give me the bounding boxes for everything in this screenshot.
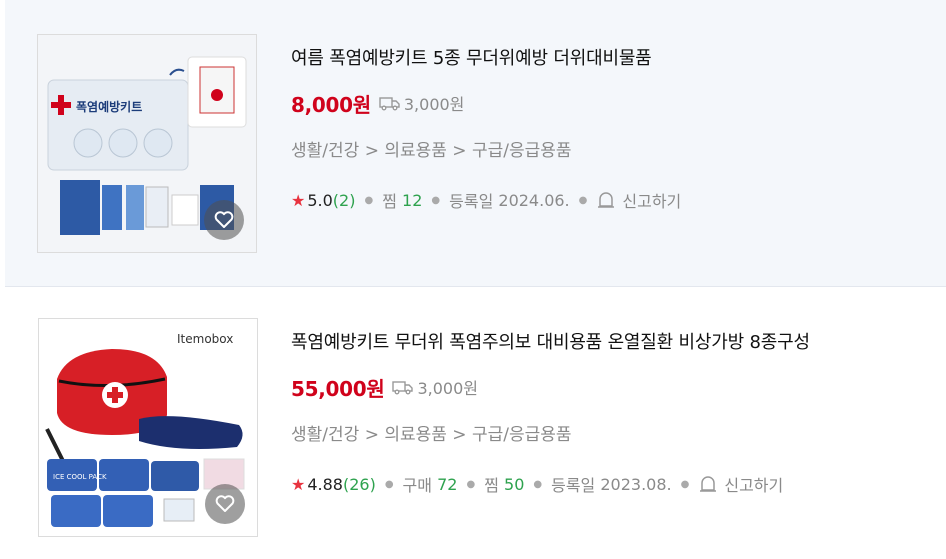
wish-count: 12 xyxy=(402,190,423,210)
truck-icon xyxy=(392,381,414,395)
review-count[interactable]: (2) xyxy=(333,191,356,210)
price-row: 8,000원 3,000원 xyxy=(291,90,681,117)
star-icon: ★ xyxy=(291,474,306,494)
separator-dot: ● xyxy=(364,194,374,206)
separator-dot: ● xyxy=(384,478,394,490)
category-path: 생활/건강 > 의료용품 > 구급/응급용품 xyxy=(291,141,572,161)
product-price: 55,000원 xyxy=(291,376,385,401)
wish-label: 찜 xyxy=(382,192,397,211)
separator-dot: ● xyxy=(578,194,588,206)
svg-text:ICE COOL PACK: ICE COOL PACK xyxy=(53,473,107,481)
report-button[interactable]: 신고하기 xyxy=(698,472,783,496)
product-item[interactable]: 폭염예방키트 여름 폭염예방키트 5종 무더위예방 더위대비물품 8,000원 xyxy=(5,0,946,287)
alarm-icon xyxy=(598,192,615,208)
separator-dot: ● xyxy=(466,478,476,490)
star-icon: ★ xyxy=(291,190,306,210)
rating-value: 4.88 xyxy=(307,474,343,494)
separator-dot: ● xyxy=(533,478,543,490)
separator-dot: ● xyxy=(431,194,441,206)
shipping-fee: 3,000원 xyxy=(379,91,465,115)
shipping-fee-value: 3,000원 xyxy=(403,95,465,114)
product-title[interactable]: 폭염예방키트 무더위 폭염주의보 대비용품 온열질환 비상가방 8종구성 xyxy=(291,328,810,354)
buy-count: 72 xyxy=(437,474,458,494)
separator-dot: ● xyxy=(680,478,690,490)
reg-label: 등록일 xyxy=(551,476,596,495)
heart-icon xyxy=(214,211,234,228)
shipping-fee-value: 3,000원 xyxy=(417,379,479,398)
product-info: 폭염예방키트 무더위 폭염주의보 대비용품 온열질환 비상가방 8종구성 55,… xyxy=(291,328,810,496)
product-thumbnail[interactable]: Itemobox ICE COOL PACK xyxy=(38,318,258,537)
product-thumbnail[interactable]: 폭염예방키트 xyxy=(37,34,257,253)
report-label: 신고하기 xyxy=(724,476,784,495)
reg-date: 2023.08. xyxy=(600,474,672,494)
buy-label: 구매 xyxy=(402,476,432,495)
product-price: 8,000원 xyxy=(291,92,371,117)
heart-icon xyxy=(215,495,235,512)
reg-label: 등록일 xyxy=(449,192,494,211)
wishlist-button[interactable] xyxy=(205,484,245,524)
product-item[interactable]: Itemobox ICE COOL PACK 폭염예방키트 무더위 폭염주의보 … xyxy=(5,288,946,559)
price-row: 55,000원 3,000원 xyxy=(291,374,810,401)
wishlist-button[interactable] xyxy=(204,200,244,240)
wish-count: 50 xyxy=(504,474,525,494)
svg-text:폭염예방키트: 폭염예방키트 xyxy=(76,99,142,114)
reg-date: 2024.06. xyxy=(498,190,570,210)
category-path: 생활/건강 > 의료용품 > 구급/응급용품 xyxy=(291,425,572,445)
alarm-icon xyxy=(700,476,717,492)
wish-label: 찜 xyxy=(484,476,499,495)
svg-text:Itemobox: Itemobox xyxy=(177,332,233,346)
review-count[interactable]: (26) xyxy=(343,475,376,494)
report-label: 신고하기 xyxy=(622,192,682,211)
product-meta: ★ 5.0 (2) ● 찜 12 ● 등록일 2024.06. ● 신고하기 xyxy=(291,188,681,212)
product-meta: ★ 4.88 (26) ● 구매 72 ● 찜 50 ● 등록일 2023.08… xyxy=(291,472,810,496)
shipping-fee: 3,000원 xyxy=(392,375,478,399)
product-info: 여름 폭염예방키트 5종 무더위예방 더위대비물품 8,000원 3,000원 … xyxy=(291,44,681,212)
product-title[interactable]: 여름 폭염예방키트 5종 무더위예방 더위대비물품 xyxy=(291,44,681,70)
truck-icon xyxy=(379,97,400,111)
report-button[interactable]: 신고하기 xyxy=(596,188,681,212)
rating-value: 5.0 xyxy=(307,190,333,210)
